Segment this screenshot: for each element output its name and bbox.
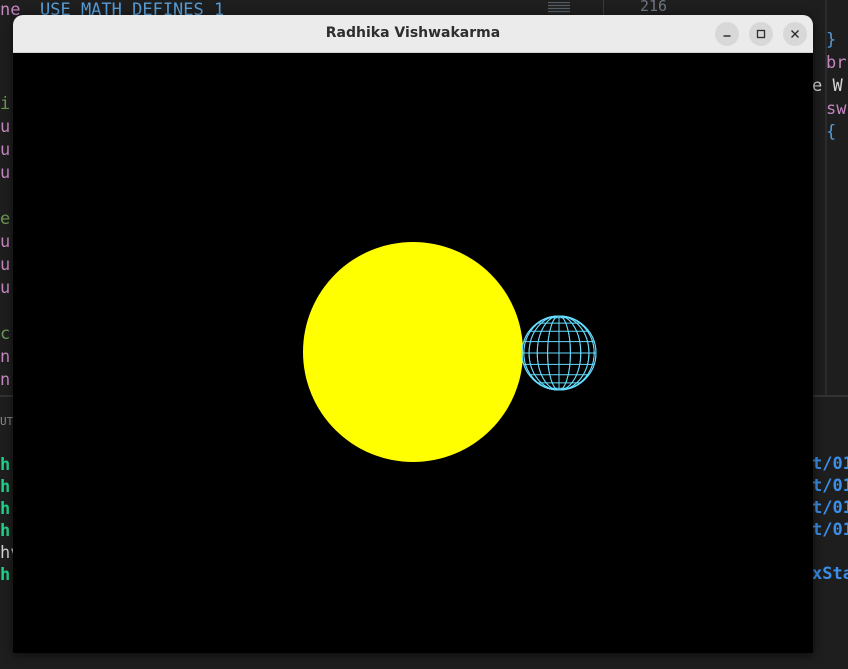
editor-left-edge: u i u u u e u u u c n n xyxy=(0,90,14,390)
terminal-fragment: hv xyxy=(0,543,14,563)
window-title: Radhika Vishwakarma xyxy=(325,25,501,41)
code-fragment: u xyxy=(0,163,11,183)
code-fragment: u xyxy=(0,255,11,275)
planet-wireframe-sphere xyxy=(521,315,597,391)
code-fragment: u xyxy=(0,140,11,160)
code-fragment: n xyxy=(0,347,11,367)
minimize-button[interactable] xyxy=(715,22,739,46)
terminal-left-edge: UT h: h: h: h: hv h: xyxy=(0,410,14,610)
code-fragment: c xyxy=(0,324,11,344)
code-fragment: e xyxy=(0,209,11,229)
terminal-fragment: t/01 xyxy=(812,454,848,474)
code-fragment: br xyxy=(826,53,847,73)
close-icon xyxy=(791,30,799,38)
maximize-button[interactable] xyxy=(749,22,773,46)
opengl-window: Radhika Vishwakarma xyxy=(13,15,813,653)
sun-sphere xyxy=(303,242,523,462)
code-fragment: n xyxy=(0,370,11,390)
line-number: 216 xyxy=(640,0,668,15)
terminal-fragment: h: xyxy=(0,521,14,541)
code-fragment: } xyxy=(826,30,837,50)
terminal-fragment: t/01 xyxy=(812,520,848,540)
render-canvas[interactable] xyxy=(13,53,813,653)
title-bar[interactable]: Radhika Vishwakarma xyxy=(13,15,813,53)
minimap-thumb xyxy=(548,2,570,14)
code-fragment: i xyxy=(0,94,11,114)
code-fragment: u xyxy=(0,117,11,137)
terminal-fragment: t/01 xyxy=(812,476,848,496)
terminal-fragment: h: xyxy=(0,477,14,497)
editor-right-edge: } br e W sw { xyxy=(812,28,848,148)
close-button[interactable] xyxy=(783,22,807,46)
code-fragment: e W xyxy=(812,76,843,96)
maximize-icon xyxy=(756,29,766,39)
terminal-fragment: h: xyxy=(0,455,14,475)
terminal-right-edge: t/01 t/01 t/01 t/01 xSta xyxy=(812,450,848,600)
terminal-fragment: t/01 xyxy=(812,498,848,518)
terminal-fragment: h: xyxy=(0,499,14,519)
code-fragment: u xyxy=(0,232,11,252)
terminal-fragment: h: xyxy=(0,565,14,585)
gutter-divider xyxy=(603,0,604,16)
code-fragment: { xyxy=(826,122,837,142)
code-fragment: sw xyxy=(826,99,847,119)
code-fragment: u xyxy=(0,278,11,298)
panel-label: UT xyxy=(0,415,14,428)
terminal-fragment: xSta xyxy=(812,564,848,584)
minimize-icon xyxy=(723,35,731,37)
